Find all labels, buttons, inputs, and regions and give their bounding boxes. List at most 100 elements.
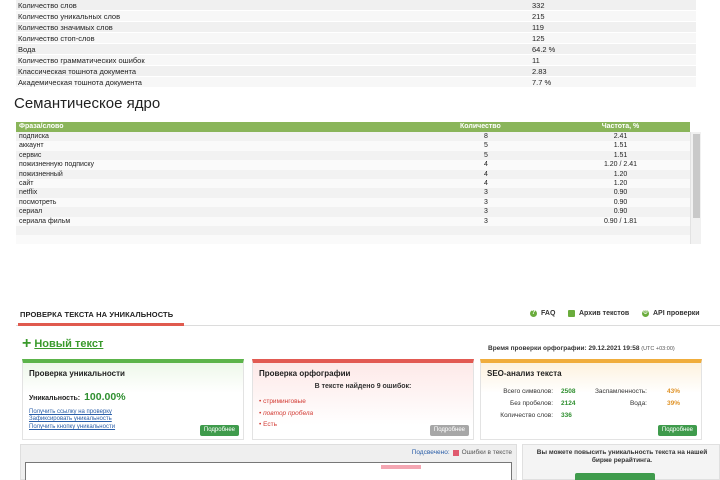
spellcheck-time: Время проверки орфографии: 29.12.2021 19…	[488, 345, 675, 352]
highlighted-label[interactable]: Подсвечено:	[412, 449, 450, 456]
header-phrase[interactable]: Фраза/слово	[16, 122, 436, 132]
text-stats-table: Количество слов 332 Количество уникальных …	[16, 0, 696, 88]
app-title-underline	[18, 323, 184, 326]
uniqueness-title: Проверка уникальности	[23, 363, 243, 393]
get-check-link[interactable]: Получить ссылку на проверку	[29, 409, 115, 416]
semantic-core-title: Семантическое ядро	[14, 95, 161, 112]
cell-phrase: аккаунт	[19, 142, 44, 150]
new-text-button[interactable]: + Новый текст	[22, 335, 104, 352]
stat-label: Количество слов	[18, 1, 77, 10]
cell-phrase: пожизненную подписку	[19, 161, 95, 169]
highlight-legend: Подсвечено: Ошибки в тексте	[412, 449, 512, 456]
cell-frequency: 0.90 / 1.81	[603, 217, 638, 225]
spelling-error-item[interactable]: повтор пробела	[259, 408, 313, 420]
table-row: пожизненную подписку 4 1.20 / 2.41	[16, 160, 690, 170]
text-editor-input[interactable]	[25, 462, 512, 480]
cell-phrase: подписка	[19, 133, 49, 140]
cell-count	[436, 235, 551, 244]
table-row: сериал 3 0.90	[16, 207, 690, 217]
semantic-table-header: Фраза/слово Количество Частота, %	[16, 122, 690, 132]
table-row: подписка 8 2.41	[16, 132, 690, 142]
app-title: ПРОВЕРКА ТЕКСТА НА УНИКАЛЬНОСТЬ	[20, 310, 174, 319]
spelling-found-count: В тексте найдено 9 ошибок:	[314, 383, 412, 390]
cell-frequency: 0.90	[613, 198, 628, 206]
cell-count: 5	[484, 151, 488, 159]
stat-value: 215	[532, 12, 545, 21]
spelling-error-item[interactable]: стриминговые	[259, 396, 313, 408]
archive-link[interactable]: Архив текстов	[568, 310, 629, 317]
new-text-label: Новый текст	[34, 338, 104, 350]
errors-label[interactable]: Ошибки в тексте	[462, 449, 512, 456]
table-row: посмотреть 3 0.90	[16, 197, 690, 208]
archive-icon	[568, 310, 575, 317]
stat-row: Академическая тошнота документа 7.7 %	[16, 77, 696, 88]
cell-count: 3	[484, 198, 488, 206]
check-time-label: Время проверки орфографии: 29.12.2021 19…	[488, 345, 640, 352]
semantic-table-body: подписка 8 2.41 аккаунт 5 1.51 сервис 5 1.51 пожи…	[16, 132, 690, 244]
stat-row: Количество стоп-слов 125	[16, 33, 696, 44]
spelling-error-item[interactable]: Есть	[259, 419, 313, 431]
seo-water-label: Вода:	[629, 400, 647, 407]
uniqueness-details-button[interactable]: Подробнее	[199, 425, 239, 436]
fix-uniqueness-link[interactable]: Зафиксировать уникальность	[29, 416, 115, 423]
seo-card: SEO-анализ текста Всего символов: 2508 З…	[480, 359, 702, 440]
cell-phrase: netflix	[19, 189, 38, 197]
stat-row: Классическая тошнота документа 2.83	[16, 66, 696, 77]
stat-row: Количество слов 332	[16, 0, 696, 11]
get-uniqueness-button-link[interactable]: Получить кнопку уникальности	[29, 424, 115, 431]
plus-icon: +	[22, 335, 32, 352]
stat-label: Классическая тошнота документа	[18, 67, 137, 76]
seo-spam-label: Заспамленность:	[594, 388, 647, 395]
rewrite-promo-button[interactable]	[575, 473, 655, 480]
stat-value: 2.83	[532, 67, 547, 76]
cell-phrase: сериал	[19, 208, 43, 216]
stat-value: 11	[532, 56, 540, 65]
table-row: netflix 3 0.90	[16, 188, 690, 198]
spelling-details-button[interactable]: Подробнее	[429, 425, 469, 436]
seo-metrics: Всего символов: 2508 Заспамленность: 43%…	[481, 386, 701, 422]
seo-total-chars-value: 2508	[561, 388, 576, 395]
scrollbar-thumb[interactable]	[693, 134, 700, 218]
cell-frequency	[551, 235, 690, 244]
spelling-error-list: стриминговые повтор пробела Есть	[259, 396, 313, 431]
cell-count: 5	[484, 142, 488, 150]
cell-phrase: сериала фильм	[19, 217, 71, 225]
seo-no-spaces-value: 2124	[561, 400, 576, 407]
table-row: пожизненный 4 1.20	[16, 169, 690, 179]
header-frequency[interactable]: Частота, %	[551, 122, 690, 132]
seo-no-spaces-label: Без пробелов:	[509, 400, 553, 407]
check-time-timezone: (UTC +03:00)	[641, 346, 675, 352]
stat-value: 64.2 %	[532, 45, 556, 54]
cell-frequency: 0.90	[613, 208, 628, 216]
api-link[interactable]: ⚙ API проверки	[642, 310, 700, 317]
cell-frequency: 1.20	[613, 179, 628, 187]
stat-label: Вода	[18, 45, 36, 54]
seo-row: Без пробелов: 2124 Вода: 39%	[481, 398, 701, 410]
table-row	[16, 235, 690, 244]
faq-link[interactable]: ? FAQ	[530, 310, 555, 317]
cell-frequency: 2.41	[613, 133, 628, 140]
semantic-table-scrollbar[interactable]	[690, 132, 701, 244]
cell-frequency: 1.51	[613, 151, 628, 159]
cell-count: 8	[484, 133, 488, 140]
seo-row: Количество слов: 336	[481, 410, 701, 422]
cell-count: 4	[484, 161, 488, 169]
app-header: ПРОВЕРКА ТЕКСТА НА УНИКАЛЬНОСТЬ ? FAQ Ар…	[16, 304, 720, 326]
header-count[interactable]: Количество	[436, 122, 551, 132]
error-highlight	[381, 465, 421, 469]
cell-count	[436, 226, 551, 235]
archive-label: Архив текстов	[579, 310, 630, 317]
seo-details-button[interactable]: Подробнее	[657, 425, 697, 436]
stat-label: Количество стоп-слов	[18, 34, 95, 43]
stat-value: 332	[532, 1, 545, 10]
cell-frequency: 0.90	[613, 189, 628, 197]
seo-spam-value: 43%	[667, 388, 681, 395]
table-row: сервис 5 1.51	[16, 150, 690, 161]
text-editor-panel: Подсвечено: Ошибки в тексте	[20, 444, 517, 480]
uniqueness-value: 100.00%	[84, 391, 126, 403]
seo-word-count-value: 336	[561, 412, 572, 419]
cell-count: 4	[484, 170, 488, 178]
cell-count: 3	[484, 217, 488, 225]
seo-total-chars-label: Всего символов:	[503, 388, 553, 395]
stat-label: Количество уникальных слов	[18, 12, 121, 21]
